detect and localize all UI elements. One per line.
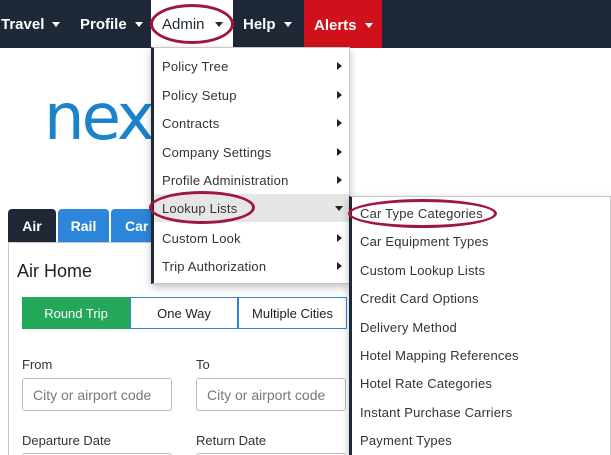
to-label: To [196, 357, 210, 372]
multiple-cities-button[interactable]: Multiple Cities [238, 297, 347, 329]
company-logo: nex [44, 81, 155, 155]
caret-right-icon [337, 176, 342, 184]
menu-item-label: Policy Tree [162, 58, 229, 74]
menu-item-contracts[interactable]: Contracts [154, 109, 349, 137]
menu-item-trip-authorization[interactable]: Trip Authorization [154, 252, 349, 280]
nav-travel-label: Travel [1, 15, 45, 33]
menu-item-custom-look[interactable]: Custom Look [154, 224, 349, 252]
menu-item-label: Policy Setup [162, 87, 237, 103]
admin-dropdown-menu: Policy Tree Policy Setup Contracts Compa… [151, 47, 350, 284]
menu-item-label: Contracts [162, 115, 220, 131]
menu-item-label: Company Settings [162, 144, 272, 160]
submenu-item-hotel-rate-categories[interactable]: Hotel Rate Categories [352, 369, 610, 397]
menu-item-label: Profile Administration [162, 172, 289, 188]
caret-right-icon [337, 62, 342, 70]
nav-alerts-label: Alerts [314, 16, 357, 34]
caret-down-icon [364, 22, 373, 28]
menu-item-label: Lookup Lists [162, 200, 238, 216]
caret-right-icon [337, 234, 342, 242]
menu-item-label: Custom Look [162, 230, 241, 246]
menu-item-label: Trip Authorization [162, 258, 267, 274]
caret-right-icon [337, 119, 342, 127]
menu-item-policy-setup[interactable]: Policy Setup [154, 81, 349, 109]
to-input[interactable] [196, 378, 346, 411]
tab-rail[interactable]: Rail [58, 209, 109, 242]
from-label: From [22, 357, 53, 372]
nav-admin-menu[interactable]: Admin [151, 0, 233, 48]
submenu-item-hotel-mapping-references[interactable]: Hotel Mapping References [352, 341, 610, 369]
submenu-item-custom-lookup-lists[interactable]: Custom Lookup Lists [352, 256, 610, 284]
air-home-title: Air Home [17, 261, 93, 281]
caret-down-icon [214, 21, 223, 27]
caret-right-icon [337, 91, 342, 99]
nav-admin-label: Admin [162, 15, 205, 33]
return-date-label: Return Date [196, 433, 267, 448]
from-input[interactable] [22, 378, 172, 411]
menu-item-company-settings[interactable]: Company Settings [154, 138, 349, 166]
one-way-button[interactable]: One Way [130, 297, 238, 329]
submenu-item-instant-purchase-carriers[interactable]: Instant Purchase Carriers [352, 398, 610, 426]
menu-item-profile-administration[interactable]: Profile Administration [154, 166, 349, 194]
submenu-item-car-type-categories[interactable]: Car Type Categories [352, 199, 610, 227]
departure-date-label: Departure Date [22, 433, 111, 448]
nav-profile-label: Profile [80, 15, 127, 33]
lookup-lists-submenu: Car Type Categories Car Equipment Types … [349, 196, 611, 455]
caret-right-icon [337, 148, 342, 156]
submenu-item-payment-types[interactable]: Payment Types [352, 426, 610, 454]
submenu-item-car-equipment-types[interactable]: Car Equipment Types [352, 227, 610, 255]
nav-help-label: Help [243, 15, 276, 33]
nav-help-menu[interactable]: Help [235, 0, 297, 48]
caret-down-icon [134, 21, 143, 27]
submenu-item-delivery-method[interactable]: Delivery Method [352, 313, 610, 341]
caret-down-icon [335, 205, 343, 211]
round-trip-button[interactable]: Round Trip [22, 297, 130, 329]
menu-item-policy-tree[interactable]: Policy Tree [154, 52, 349, 80]
caret-down-icon [283, 21, 292, 27]
submenu-item-credit-card-options[interactable]: Credit Card Options [352, 284, 610, 312]
caret-down-icon [52, 21, 61, 27]
nav-alerts-menu[interactable]: Alerts [304, 0, 382, 48]
menu-item-lookup-lists[interactable]: Lookup Lists [154, 194, 349, 222]
top-navbar: Travel Profile Admin Help Alerts [0, 0, 611, 48]
nav-profile-menu[interactable]: Profile [72, 0, 144, 48]
nav-travel-menu[interactable]: Travel [0, 0, 62, 48]
caret-right-icon [337, 262, 342, 270]
tab-air[interactable]: Air [8, 209, 56, 242]
